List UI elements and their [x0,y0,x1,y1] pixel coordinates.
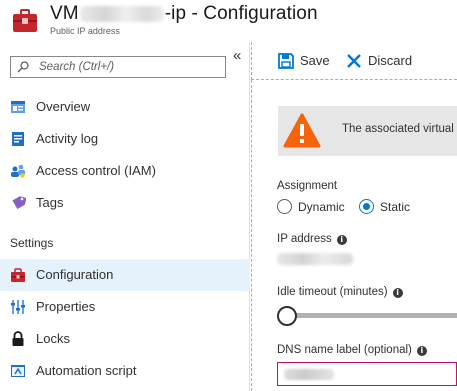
configuration-pane: Save Discard The associated virtual Assi… [251,42,457,391]
discard-button[interactable]: Discard [346,52,426,70]
page-subtitle: Public IP address [50,26,120,36]
sidebar-item-activity-log[interactable]: Activity log [0,123,250,155]
save-icon [278,53,294,69]
sidebar-item-label: Activity log [36,131,99,146]
sidebar-item-iam[interactable]: Access control (IAM) [0,155,250,187]
tag-icon [12,196,26,210]
radio-circle [277,199,292,214]
dns-label-text: DNS name label (optional) [277,344,412,356]
sidebar-item-label: Automation script [36,363,137,378]
sidebar-item-tags[interactable]: Tags [0,187,250,219]
settings-section-header: Settings [10,236,54,250]
idle-timeout-label: Idle timeout (minutes) i [277,286,403,298]
idle-timeout-slider[interactable] [277,306,457,326]
automation-script-icon [11,365,25,377]
warning-banner: The associated virtual [278,106,457,156]
discard-label: Discard [368,53,413,68]
sidebar-item-label: Tags [36,195,64,210]
search-placeholder: Search (Ctrl+/) [39,61,115,73]
dns-label: DNS name label (optional) i [277,344,427,356]
overview-icon [11,101,25,113]
warning-icon [283,113,321,148]
slider-track [283,313,457,318]
page-title-prefix: VM [50,3,79,24]
public-ip-resource-icon [13,9,37,32]
info-icon[interactable]: i [416,346,427,356]
warning-message: The associated virtual [342,123,454,135]
resource-menu: Search (Ctrl+/) « Overview Activity log [0,42,250,391]
ip-address-label-text: IP address [277,233,332,245]
close-icon [347,54,361,68]
idle-timeout-label-text: Idle timeout (minutes) [277,286,388,298]
radio-label: Static [380,200,411,214]
page-title-suffix: -ip - Configuration [164,3,318,24]
collapse-menu-button[interactable]: « [233,48,241,63]
radio-circle [359,199,374,214]
sidebar-item-automation-script[interactable]: Automation script [0,355,250,387]
page-title: VM -ip - Configuration [50,3,318,25]
search-icon [17,61,29,73]
sidebar-item-label: Configuration [36,267,114,282]
lock-icon [12,331,24,346]
sidebar-item-overview[interactable]: Overview [0,91,250,123]
radio-label: Dynamic [298,200,345,214]
sidebar-item-locks[interactable]: Locks [0,323,250,355]
ip-address-value-redacted [277,253,353,265]
save-button[interactable]: Save [278,52,330,70]
assignment-label: Assignment [277,180,338,192]
sidebar-item-label: Locks [36,331,70,346]
sidebar-item-properties[interactable]: Properties [0,291,250,323]
command-bar: Save Discard [251,42,457,80]
slider-thumb[interactable] [277,306,297,326]
properties-icon [11,300,25,314]
sidebar-item-label: Access control (IAM) [36,163,156,178]
dns-value-redacted [284,369,334,380]
blade-header: VM -ip - Configuration Public IP address [0,0,457,42]
save-label: Save [300,53,330,68]
sidebar-item-configuration[interactable]: Configuration [0,259,250,291]
ip-address-label: IP address i [277,233,347,245]
dns-name-label-input[interactable] [277,362,457,386]
sidebar-item-label: Overview [36,99,91,114]
activity-log-icon [12,132,24,146]
toolbox-icon [11,268,25,282]
iam-icon [11,164,25,178]
info-icon[interactable]: i [392,288,403,298]
menu-search-input[interactable]: Search (Ctrl+/) [10,56,226,78]
info-icon[interactable]: i [336,235,347,245]
sidebar-item-label: Properties [36,299,96,314]
redacted-name [79,5,164,22]
